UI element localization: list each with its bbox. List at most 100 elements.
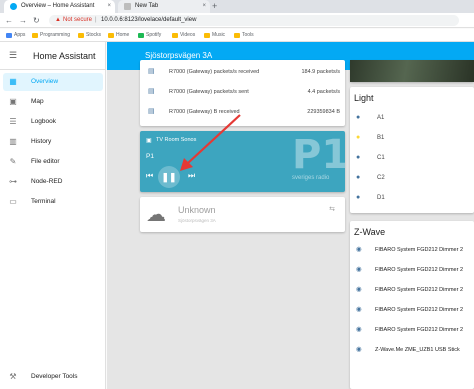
logbook-icon: ☰	[9, 117, 17, 126]
lightbulb-icon[interactable]: ●	[356, 111, 360, 125]
lightbulb-icon[interactable]: ●	[356, 151, 360, 165]
sidebar-item-label: Logbook	[31, 118, 56, 125]
reload-icon[interactable]: ↻	[33, 15, 40, 26]
media-player-card: ▣ TV Room Sonos P1 sveriges radio P1 ⏮ ❚…	[140, 131, 345, 192]
sidebar-header: ☰ Home Assistant	[0, 42, 106, 70]
server-network-icon: ▤	[148, 88, 155, 95]
sidebar-item-label: Developer Tools	[31, 373, 78, 380]
bookmark-item[interactable]: Home	[108, 32, 129, 39]
security-indicator[interactable]: Not secure	[63, 15, 92, 26]
sensor-name: R7000 (Gateway) B received	[169, 109, 240, 115]
lightbulb-icon[interactable]: ●	[356, 171, 360, 185]
media-title: P1	[146, 153, 154, 160]
light-row[interactable]: ● A1	[356, 111, 466, 125]
zwave-row[interactable]: ◉ FIBARO System FGD212 Dimmer 2	[356, 263, 474, 277]
page-title: Sjöstorpsvägen 3A	[145, 51, 213, 60]
new-tab-button[interactable]: +	[212, 0, 217, 13]
station-logo: P1	[292, 132, 345, 178]
zwave-device-name: FIBARO System FGD212 Dimmer 2	[375, 307, 464, 313]
server-network-icon: ▤	[148, 68, 155, 75]
tab-title: Overview – Home Assistant	[21, 3, 95, 9]
bookmark-item[interactable]: Music	[204, 32, 225, 39]
card-title: Light	[354, 93, 374, 103]
pause-button[interactable]: ❚❚	[158, 166, 180, 188]
light-name: A1	[377, 115, 385, 121]
tab-title: New Tab	[135, 3, 159, 9]
sidebar-item-logbook[interactable]: ☰ Logbook	[0, 113, 106, 131]
menu-icon[interactable]: ☰	[9, 50, 17, 61]
sensor-name: R7000 (Gateway) packets/s received	[169, 69, 260, 75]
weather-location: Sjöstorpsvägen 3A	[178, 218, 216, 223]
cloud-icon: ☁	[146, 204, 166, 226]
zwave-row[interactable]: ◉ FIBARO System FGD212 Dimmer 2	[356, 323, 474, 337]
lightbulb-icon[interactable]: ●	[356, 191, 360, 205]
back-icon[interactable]: ←	[5, 15, 13, 26]
bookmark-item[interactable]: Videos	[172, 32, 195, 39]
tv-icon: ▣	[146, 138, 152, 144]
sidebar-item-file-editor[interactable]: ✎ File editor	[0, 153, 106, 171]
sensor-value: 229359834 B	[307, 109, 340, 115]
media-player-name[interactable]: TV Room Sonos	[156, 137, 196, 143]
sensor-name: R7000 (Gateway) packets/s sent	[169, 89, 249, 95]
browser-tab-new[interactable]: New Tab ×	[118, 0, 210, 13]
station-logo-caption: sveriges radio	[292, 175, 330, 181]
camera-image	[350, 60, 474, 82]
camera-picture-card[interactable]	[350, 60, 474, 82]
sidebar-item-map[interactable]: ▣ Map	[0, 93, 106, 111]
light-card: Light ● A1 ● B1 ● C1 ● C2 ● D1	[350, 87, 474, 213]
tab-close-icon[interactable]: ×	[107, 0, 111, 13]
history-icon: ▥	[9, 137, 17, 146]
sidebar-item-label: File editor	[31, 158, 60, 165]
zwave-device-name: FIBARO System FGD212 Dimmer 2	[375, 287, 464, 293]
sensor-row[interactable]: ▤ R7000 (Gateway) packets/s sent 4.4 pac…	[148, 86, 340, 98]
sidebar-item-overview[interactable]: ▦ Overview	[3, 73, 103, 91]
light-name: C2	[377, 175, 385, 181]
sensor-row[interactable]: ▤ R7000 (Gateway) packets/s received 184…	[148, 66, 340, 78]
bookmark-item[interactable]: Stocks	[78, 32, 101, 39]
z-wave-icon: ◉	[356, 286, 362, 293]
zwave-device-name: FIBARO System FGD212 Dimmer 2	[375, 327, 464, 333]
sidebar-item-history[interactable]: ▥ History	[0, 133, 106, 151]
browser-tab-strip: Overview – Home Assistant × New Tab × +	[0, 0, 474, 13]
bookmark-item[interactable]: Programming	[32, 32, 70, 39]
light-row[interactable]: ● B1	[356, 131, 466, 145]
zwave-device-name: FIBARO System FGD212 Dimmer 2	[375, 267, 464, 273]
bookmark-item[interactable]: Tools	[234, 32, 254, 39]
previous-track-button[interactable]: ⏮	[146, 171, 153, 181]
z-wave-icon: ◉	[356, 346, 362, 353]
sidebar-item-developer-tools[interactable]: ⚒ Developer Tools	[0, 368, 106, 386]
weather-card[interactable]: ☁ Unknown Sjöstorpsvägen 3A ⇆	[140, 197, 345, 232]
forward-icon[interactable]: →	[19, 15, 27, 26]
z-wave-icon: ◉	[356, 306, 362, 313]
sidebar-item-label: Terminal	[31, 198, 56, 205]
zwave-row[interactable]: ◉ FIBARO System FGD212 Dimmer 2	[356, 283, 474, 297]
developer-tools-icon: ⚒	[9, 372, 17, 381]
sidebar-item-label: Node-RED	[31, 178, 63, 185]
next-track-button[interactable]: ⏭	[188, 171, 195, 181]
light-row[interactable]: ● C2	[356, 171, 466, 185]
light-row[interactable]: ● D1	[356, 191, 466, 205]
sidebar-item-terminal[interactable]: ▭ Terminal	[0, 193, 106, 211]
url-input[interactable]: ▲ Not secure | 10.0.0.6:8123/lovelace/de…	[49, 15, 459, 26]
sensor-row[interactable]: ▤ R7000 (Gateway) B received 229359834 B	[148, 106, 340, 118]
dashboard-icon: ▦	[9, 77, 17, 86]
node-red-icon: ⊶	[9, 177, 17, 186]
light-name: C1	[377, 155, 385, 161]
bookmark-item[interactable]: Spotify	[138, 32, 161, 39]
sidebar-item-node-red[interactable]: ⊶ Node-RED	[0, 173, 106, 191]
sidebar: ☰ Home Assistant ▦ Overview ▣ Map ☰ Logb…	[0, 42, 106, 389]
light-row[interactable]: ● C1	[356, 151, 466, 165]
zwave-row[interactable]: ◉ FIBARO System FGD212 Dimmer 2	[356, 243, 474, 257]
zwave-row[interactable]: ◉ Z-Wave.Me ZME_UZB1 USB Stick	[356, 343, 474, 357]
z-wave-icon: ◉	[356, 246, 362, 253]
sensors-card: ▤ R7000 (Gateway) packets/s received 184…	[140, 60, 345, 126]
tab-close-icon[interactable]: ×	[202, 0, 206, 13]
light-name: B1	[377, 135, 385, 141]
bookmark-item[interactable]: Apps	[6, 32, 25, 39]
sidebar-item-label: Overview	[31, 78, 59, 85]
zwave-device-name: FIBARO System FGD212 Dimmer 2	[375, 247, 464, 253]
zwave-row[interactable]: ◉ FIBARO System FGD212 Dimmer 2	[356, 303, 474, 317]
wind-direction-icon: ⇆	[329, 206, 335, 213]
lightbulb-on-icon[interactable]: ●	[356, 131, 360, 145]
browser-tab-overview[interactable]: Overview – Home Assistant ×	[4, 0, 115, 13]
